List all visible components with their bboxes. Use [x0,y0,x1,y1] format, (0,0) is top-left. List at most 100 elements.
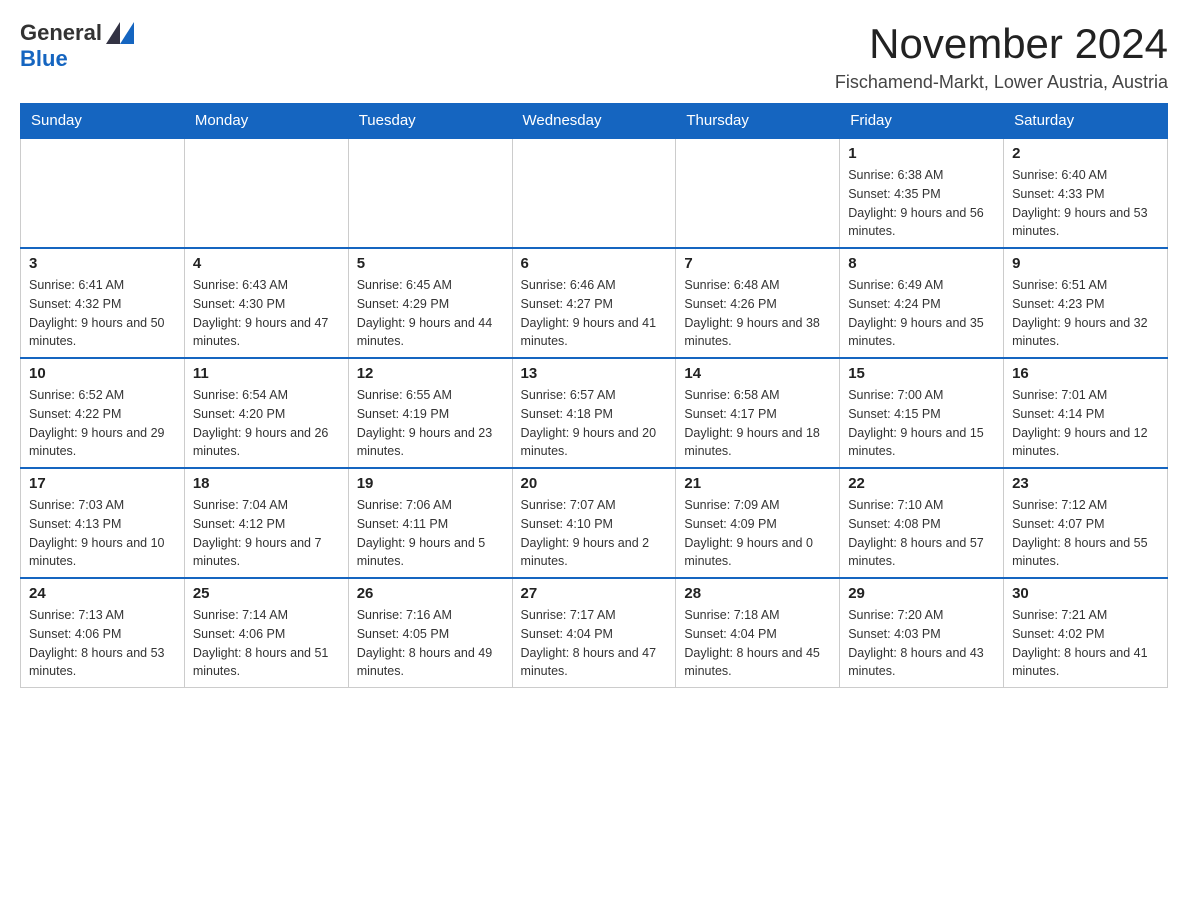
calendar-cell [348,138,512,248]
calendar-cell: 26Sunrise: 7:16 AM Sunset: 4:05 PM Dayli… [348,578,512,688]
calendar-cell [184,138,348,248]
calendar-cell: 10Sunrise: 6:52 AM Sunset: 4:22 PM Dayli… [21,358,185,468]
location-title: Fischamend-Markt, Lower Austria, Austria [835,72,1168,93]
calendar-table: SundayMondayTuesdayWednesdayThursdayFrid… [20,103,1168,688]
day-number: 2 [1012,145,1159,162]
day-info: Sunrise: 7:04 AM Sunset: 4:12 PM Dayligh… [193,496,340,571]
month-title: November 2024 [835,20,1168,68]
calendar-cell: 25 Sunrise: 7:14 AM Sunset: 4:06 PM Dayli… [184,578,348,688]
calendar-cell: 29Sunrise: 7:20 AM Sunset: 4:03 PM Dayli… [840,578,1004,688]
day-number: 1 [848,145,995,162]
day-number: 3 [29,255,176,272]
logo-general-text: General [20,20,102,46]
day-info: Sunrise: 6:54 AM Sunset: 4:20 PM Dayligh… [193,386,340,461]
day-info: Sunrise: 6:58 AM Sunset: 4:17 PM Dayligh… [684,386,831,461]
day-number: 26 [357,585,504,602]
weekday-header-sunday: Sunday [21,104,185,139]
calendar-cell: 24 Sunrise: 7:13 AM Sunset: 4:06 PM Dayli… [21,578,185,688]
day-info: Sunrise: 7:21 AM Sunset: 4:02 PM Dayligh… [1012,606,1159,681]
calendar-cell: 28Sunrise: 7:18 AM Sunset: 4:04 PM Dayli… [676,578,840,688]
day-info: Sunrise: 7:09 AM Sunset: 4:09 PM Dayligh… [684,496,831,571]
calendar-cell: 1 Sunrise: 6:38 AM Sunset: 4:35 PM Daylig… [840,138,1004,248]
day-info: Sunrise: 7:01 AM Sunset: 4:14 PM Dayligh… [1012,386,1159,461]
day-info: Sunrise: 6:48 AM Sunset: 4:26 PM Dayligh… [684,276,831,351]
day-info: Sunrise: 6:40 AM Sunset: 4:33 PM Dayligh… [1012,166,1159,241]
page-header: General Blue November 2024 Fischamend-Ma… [20,20,1168,93]
day-number: 15 [848,365,995,382]
calendar-cell: 15 Sunrise: 7:00 AM Sunset: 4:15 PM Dayli… [840,358,1004,468]
day-info: Sunrise: 6:57 AM Sunset: 4:18 PM Dayligh… [521,386,668,461]
day-number: 25 [193,585,340,602]
logo: General Blue [20,20,134,72]
day-number: 10 [29,365,176,382]
day-number: 21 [684,475,831,492]
day-info: Sunrise: 6:55 AM Sunset: 4:19 PM Dayligh… [357,386,504,461]
day-info: Sunrise: 6:51 AM Sunset: 4:23 PM Dayligh… [1012,276,1159,351]
day-info: Sunrise: 7:07 AM Sunset: 4:10 PM Dayligh… [521,496,668,571]
day-number: 12 [357,365,504,382]
day-info: Sunrise: 6:41 AM Sunset: 4:32 PM Dayligh… [29,276,176,351]
day-info: Sunrise: 7:00 AM Sunset: 4:15 PM Dayligh… [848,386,995,461]
day-number: 23 [1012,475,1159,492]
day-number: 11 [193,365,340,382]
day-number: 27 [521,585,668,602]
day-number: 4 [193,255,340,272]
day-number: 16 [1012,365,1159,382]
calendar-cell: 27 Sunrise: 7:17 AM Sunset: 4:04 PM Dayli… [512,578,676,688]
day-info: Sunrise: 7:03 AM Sunset: 4:13 PM Dayligh… [29,496,176,571]
day-number: 8 [848,255,995,272]
day-info: Sunrise: 6:43 AM Sunset: 4:30 PM Dayligh… [193,276,340,351]
calendar-cell: 22 Sunrise: 7:10 AM Sunset: 4:08 PM Dayli… [840,468,1004,578]
calendar-cell: 5 Sunrise: 6:45 AM Sunset: 4:29 PM Daylig… [348,248,512,358]
day-info: Sunrise: 7:12 AM Sunset: 4:07 PM Dayligh… [1012,496,1159,571]
calendar-cell: 11 Sunrise: 6:54 AM Sunset: 4:20 PM Dayli… [184,358,348,468]
calendar-cell [21,138,185,248]
day-info: Sunrise: 7:10 AM Sunset: 4:08 PM Dayligh… [848,496,995,571]
day-number: 13 [521,365,668,382]
calendar-cell: 30 Sunrise: 7:21 AM Sunset: 4:02 PM Dayli… [1004,578,1168,688]
day-number: 5 [357,255,504,272]
logo-graphic [106,22,134,44]
day-number: 14 [684,365,831,382]
weekday-header-friday: Friday [840,104,1004,139]
weekday-header-saturday: Saturday [1004,104,1168,139]
calendar-cell: 18 Sunrise: 7:04 AM Sunset: 4:12 PM Dayli… [184,468,348,578]
week-row-5: 24 Sunrise: 7:13 AM Sunset: 4:06 PM Dayli… [21,578,1168,688]
week-row-1: 1 Sunrise: 6:38 AM Sunset: 4:35 PM Daylig… [21,138,1168,248]
day-number: 9 [1012,255,1159,272]
calendar-cell: 16 Sunrise: 7:01 AM Sunset: 4:14 PM Dayli… [1004,358,1168,468]
calendar-cell: 4 Sunrise: 6:43 AM Sunset: 4:30 PM Daylig… [184,248,348,358]
logo-blue-text: Blue [20,46,68,71]
week-row-2: 3 Sunrise: 6:41 AM Sunset: 4:32 PM Daylig… [21,248,1168,358]
day-info: Sunrise: 7:14 AM Sunset: 4:06 PM Dayligh… [193,606,340,681]
calendar-cell: 6 Sunrise: 6:46 AM Sunset: 4:27 PM Daylig… [512,248,676,358]
weekday-header-wednesday: Wednesday [512,104,676,139]
day-info: Sunrise: 7:18 AM Sunset: 4:04 PM Dayligh… [684,606,831,681]
calendar-cell: 3 Sunrise: 6:41 AM Sunset: 4:32 PM Daylig… [21,248,185,358]
day-number: 6 [521,255,668,272]
calendar-cell: 12 Sunrise: 6:55 AM Sunset: 4:19 PM Dayli… [348,358,512,468]
calendar-cell: 2 Sunrise: 6:40 AM Sunset: 4:33 PM Daylig… [1004,138,1168,248]
day-number: 30 [1012,585,1159,602]
day-info: Sunrise: 6:45 AM Sunset: 4:29 PM Dayligh… [357,276,504,351]
calendar-cell: 7Sunrise: 6:48 AM Sunset: 4:26 PM Daylig… [676,248,840,358]
day-info: Sunrise: 6:46 AM Sunset: 4:27 PM Dayligh… [521,276,668,351]
calendar-cell: 14 Sunrise: 6:58 AM Sunset: 4:17 PM Dayli… [676,358,840,468]
day-number: 18 [193,475,340,492]
day-info: Sunrise: 7:13 AM Sunset: 4:06 PM Dayligh… [29,606,176,681]
calendar-cell: 21 Sunrise: 7:09 AM Sunset: 4:09 PM Dayli… [676,468,840,578]
day-number: 29 [848,585,995,602]
day-info: Sunrise: 6:38 AM Sunset: 4:35 PM Dayligh… [848,166,995,241]
day-info: Sunrise: 7:17 AM Sunset: 4:04 PM Dayligh… [521,606,668,681]
week-row-4: 17 Sunrise: 7:03 AM Sunset: 4:13 PM Dayli… [21,468,1168,578]
day-info: Sunrise: 7:06 AM Sunset: 4:11 PM Dayligh… [357,496,504,571]
day-number: 24 [29,585,176,602]
calendar-cell: 8 Sunrise: 6:49 AM Sunset: 4:24 PM Daylig… [840,248,1004,358]
calendar-cell: 19Sunrise: 7:06 AM Sunset: 4:11 PM Dayli… [348,468,512,578]
day-info: Sunrise: 6:49 AM Sunset: 4:24 PM Dayligh… [848,276,995,351]
calendar-cell: 9 Sunrise: 6:51 AM Sunset: 4:23 PM Daylig… [1004,248,1168,358]
day-number: 22 [848,475,995,492]
day-number: 17 [29,475,176,492]
calendar-cell [676,138,840,248]
calendar-cell: 17 Sunrise: 7:03 AM Sunset: 4:13 PM Dayli… [21,468,185,578]
